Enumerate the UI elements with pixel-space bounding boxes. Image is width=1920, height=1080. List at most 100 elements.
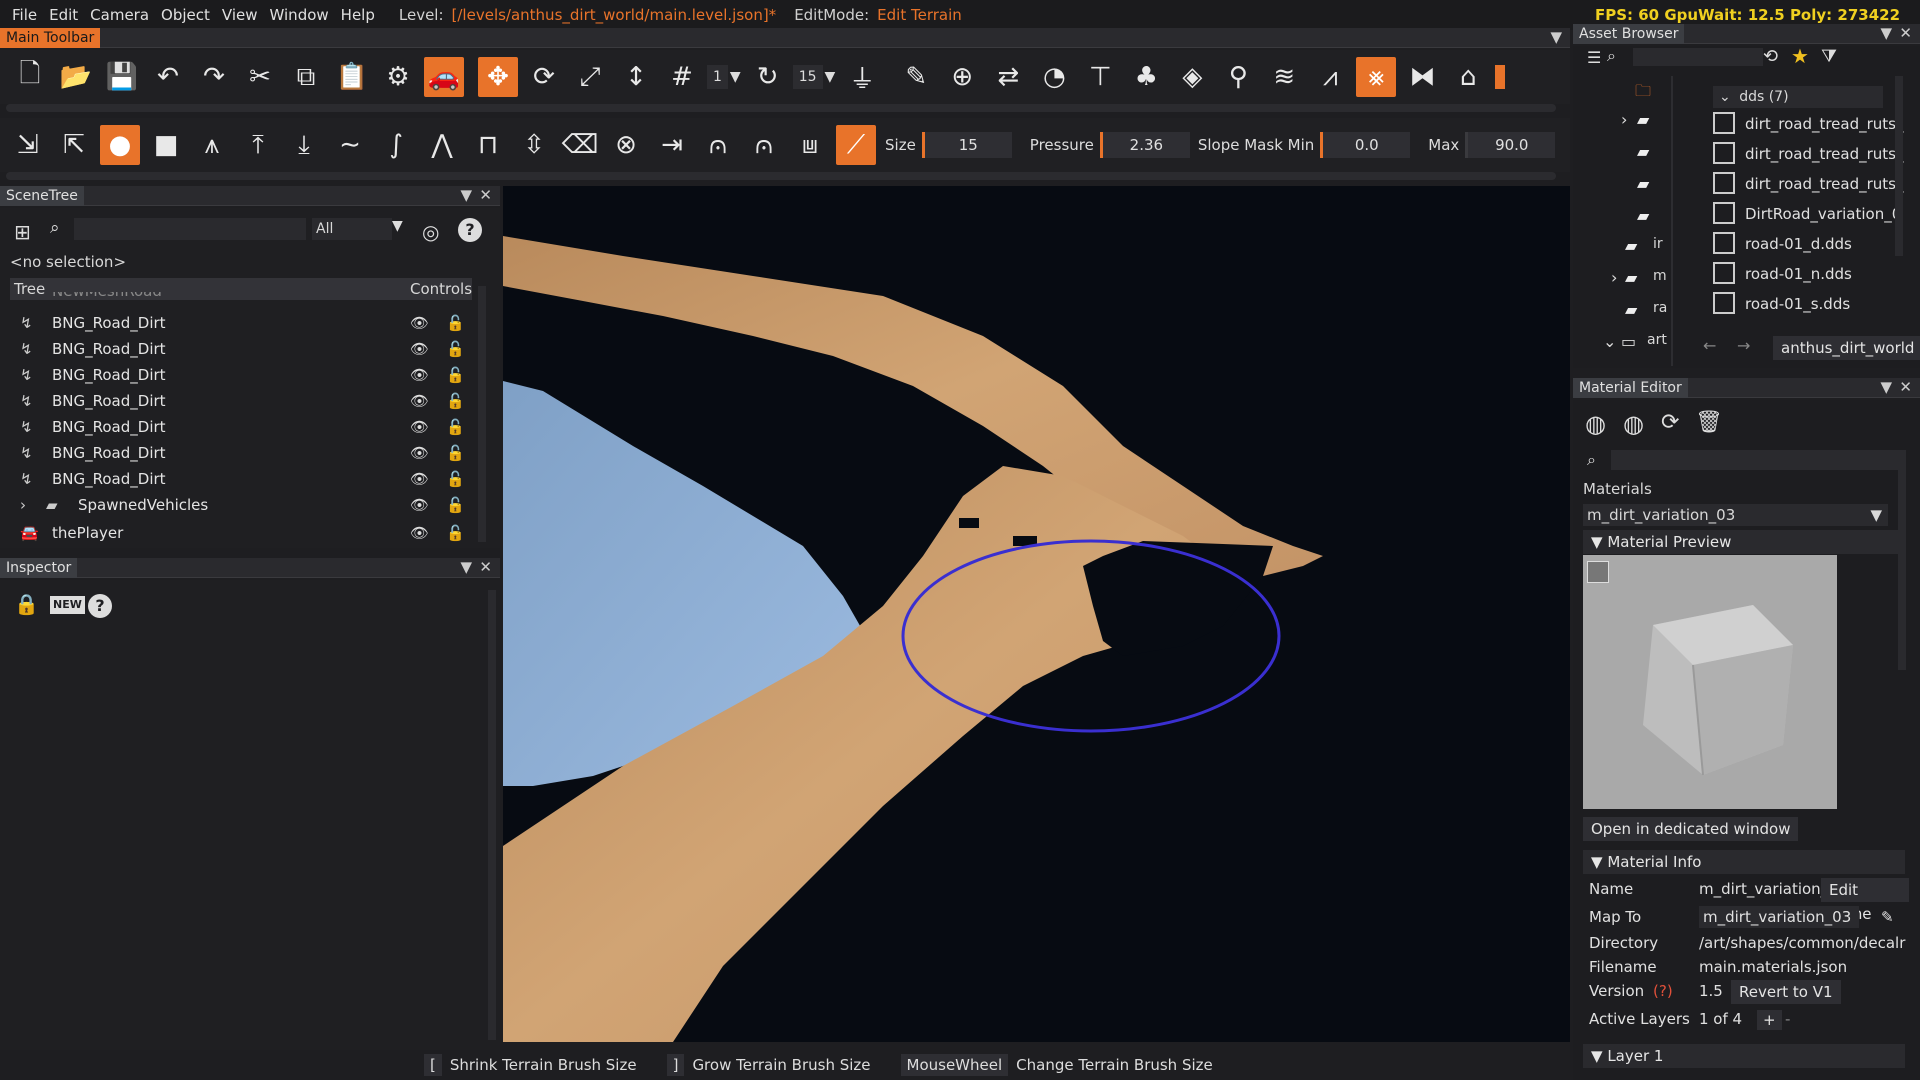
terrain-edit-icon[interactable]: ⨳ bbox=[1356, 57, 1397, 97]
dds-folder-header[interactable]: ⌄ dds (7) bbox=[1713, 86, 1883, 108]
visibility-eye-icon[interactable]: 👁 bbox=[410, 310, 429, 336]
asset-search-input[interactable] bbox=[1633, 48, 1763, 66]
rotate-snap-dropdown-icon[interactable]: ▼ bbox=[825, 69, 836, 85]
menu-window[interactable]: Window bbox=[264, 6, 335, 24]
axis-world-icon[interactable]: ↕ bbox=[616, 57, 656, 97]
tree-row[interactable]: ↯ BNG_Road_Dirt 👁 🔓 bbox=[10, 440, 472, 466]
revert-to-v1-button[interactable]: Revert to V1 bbox=[1731, 980, 1841, 1004]
splitter[interactable] bbox=[1671, 76, 1673, 366]
close-icon[interactable]: ✕ bbox=[1899, 24, 1912, 42]
visibility-eye-icon[interactable]: 👁 bbox=[410, 414, 429, 440]
lock-icon[interactable]: 🔓 bbox=[446, 520, 465, 546]
add-object-icon[interactable]: ⊞ bbox=[14, 220, 31, 244]
robot-icon[interactable]: ⌂ bbox=[1448, 57, 1488, 97]
folder-icon[interactable]: ▰ bbox=[1625, 268, 1637, 287]
pencil-icon[interactable]: ✎ bbox=[896, 57, 936, 97]
snap-dropdown-icon[interactable]: ▼ bbox=[730, 69, 741, 85]
file-item[interactable]: dirt_road_tread_ruts_ bbox=[1713, 110, 1904, 138]
tree-row[interactable]: ↯ BNG_Road_Dirt 👁 🔓 bbox=[10, 414, 472, 440]
adjust-selection-icon[interactable]: ⇱ bbox=[54, 125, 94, 165]
dock-menu-icon[interactable]: ▼ bbox=[1880, 378, 1892, 396]
visibility-eye-icon[interactable]: 👁 bbox=[410, 362, 429, 388]
toolbar-scrollbar[interactable] bbox=[6, 104, 1556, 112]
raise-height-icon[interactable]: ⤒ bbox=[238, 125, 278, 165]
3d-viewport[interactable] bbox=[503, 186, 1570, 1042]
lock-icon[interactable]: 🔒 bbox=[14, 592, 39, 616]
road-icon[interactable]: ⩘ bbox=[1310, 57, 1350, 97]
cut-icon[interactable]: ✂ bbox=[240, 57, 280, 97]
file-item[interactable]: DirtRoad_variation_0 bbox=[1713, 200, 1901, 228]
tree-row[interactable]: 🚘 thePlayer 👁 🔓 bbox=[10, 520, 472, 546]
folder-label[interactable]: m bbox=[1653, 268, 1667, 284]
paste-icon[interactable]: 📋 bbox=[332, 57, 372, 97]
file-item[interactable]: road-01_d.dds bbox=[1713, 230, 1852, 258]
square-brush-icon[interactable]: ■ bbox=[146, 125, 186, 165]
soft-selection-icon[interactable]: ⟋ bbox=[836, 125, 876, 165]
terrain-toolbar-scrollbar[interactable] bbox=[6, 172, 1556, 180]
file-item[interactable]: dirt_road_tread_ruts_ bbox=[1713, 140, 1904, 168]
tree-row-partial[interactable]: NewMeshRoad bbox=[10, 292, 472, 304]
paint-material-icon[interactable]: ⩀ bbox=[698, 125, 738, 165]
brush-size-field[interactable]: 15 bbox=[921, 132, 1012, 158]
layers-icon[interactable]: ◈ bbox=[1172, 57, 1212, 97]
folder-icon[interactable]: ▰ bbox=[1637, 206, 1649, 225]
visibility-eye-icon[interactable]: 👁 bbox=[410, 336, 429, 362]
edit-name-button[interactable]: Edit name bbox=[1821, 878, 1909, 923]
pencil-icon[interactable]: ✎ bbox=[1881, 906, 1894, 928]
folder-icon[interactable]: ▰ bbox=[1625, 236, 1637, 255]
refresh-icon[interactable]: ⟳ bbox=[1661, 410, 1679, 435]
scenetree-scrollbar[interactable] bbox=[478, 286, 486, 542]
lock-icon[interactable]: 🔓 bbox=[446, 310, 465, 336]
clock-icon[interactable]: ◔ bbox=[1034, 57, 1074, 97]
scenetree-search-input[interactable] bbox=[74, 218, 306, 240]
signal-icon[interactable]: ◎ bbox=[422, 220, 439, 244]
set-empty-icon[interactable]: ⇥ bbox=[652, 125, 692, 165]
folder-outline-icon[interactable]: ▭ bbox=[1621, 332, 1636, 351]
smooth-icon[interactable]: ∼ bbox=[330, 125, 370, 165]
tree-row[interactable]: ↯ BNG_Road_Dirt 👁 🔓 bbox=[10, 310, 472, 336]
restore-terrain-icon[interactable]: ⊗ bbox=[606, 125, 646, 165]
tree-row[interactable]: › ▰ SpawnedVehicles 👁 🔓 bbox=[10, 492, 472, 518]
menu-camera[interactable]: Camera bbox=[84, 6, 155, 24]
folder-icon[interactable]: ▰ bbox=[1625, 300, 1637, 319]
slope-max-field[interactable]: 90.0 bbox=[1465, 132, 1556, 158]
lock-icon[interactable]: 🔓 bbox=[446, 440, 465, 466]
save-icon[interactable]: 💾 bbox=[102, 57, 142, 97]
trash-icon[interactable]: 🗑 bbox=[1695, 410, 1723, 435]
flatten-icon[interactable]: ⊓ bbox=[468, 125, 508, 165]
copy-icon[interactable]: ⧉ bbox=[286, 57, 326, 97]
add-layer-button[interactable]: + bbox=[1757, 1010, 1782, 1030]
tree-row[interactable]: ↯ BNG_Road_Dirt 👁 🔓 bbox=[10, 362, 472, 388]
dock-menu-icon[interactable]: ▼ bbox=[1880, 24, 1892, 42]
folder-label[interactable]: ir bbox=[1653, 236, 1663, 252]
tree-row[interactable]: ↯ BNG_Road_Dirt 👁 🔓 bbox=[10, 466, 472, 492]
asset-scrollbar[interactable] bbox=[1895, 76, 1903, 256]
paint-material-2-icon[interactable]: ⩀ bbox=[744, 125, 784, 165]
folder-open-icon[interactable]: 🗀 bbox=[1635, 80, 1651, 107]
version-help[interactable]: (?) bbox=[1653, 980, 1673, 1002]
remove-layer-button[interactable]: - bbox=[1785, 1008, 1790, 1030]
lock-icon[interactable]: 🔓 bbox=[446, 362, 465, 388]
file-item[interactable]: dirt_road_tread_ruts_ bbox=[1713, 170, 1904, 198]
chevron-right-icon[interactable]: › bbox=[1621, 110, 1627, 129]
pressure-field[interactable]: 2.36 bbox=[1099, 132, 1190, 158]
lower-height-icon[interactable]: ⤓ bbox=[284, 125, 324, 165]
history-icon[interactable]: ⟲ bbox=[1763, 46, 1778, 67]
grid-snap-icon[interactable]: # bbox=[662, 57, 702, 97]
visibility-eye-icon[interactable]: 👁 bbox=[410, 466, 429, 492]
material-info-header[interactable]: ▼ Material Info bbox=[1583, 850, 1905, 874]
noise-icon[interactable]: ⋀ bbox=[422, 125, 462, 165]
visibility-eye-icon[interactable]: 👁 bbox=[410, 492, 429, 518]
nodes-icon[interactable]: ⧓ bbox=[1402, 57, 1442, 97]
circle-brush-icon[interactable]: ● bbox=[100, 125, 140, 165]
lock-icon[interactable]: 🔓 bbox=[446, 336, 465, 362]
close-icon[interactable]: ✕ bbox=[479, 186, 492, 204]
scenetree-title[interactable]: SceneTree bbox=[0, 186, 84, 206]
help-icon[interactable]: ? bbox=[88, 594, 112, 618]
back-arrow-icon[interactable]: ← bbox=[1703, 336, 1716, 355]
dock-menu-icon[interactable]: ▼ bbox=[1550, 28, 1562, 46]
material-editor-scrollbar[interactable] bbox=[1898, 450, 1906, 670]
material-select[interactable]: m_dirt_variation_03 ▼ bbox=[1583, 504, 1888, 526]
redo-icon[interactable]: ↷ bbox=[194, 57, 234, 97]
menu-file[interactable]: File bbox=[0, 6, 43, 24]
